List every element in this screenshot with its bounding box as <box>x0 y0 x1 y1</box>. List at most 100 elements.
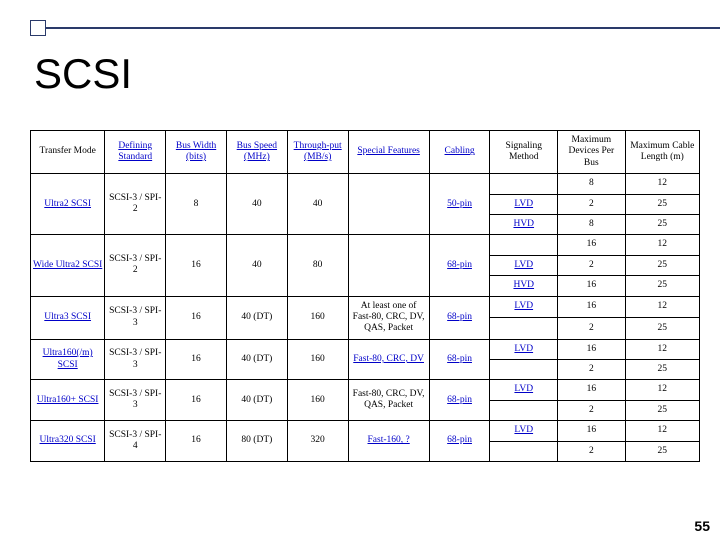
cell-cabling[interactable]: 68-pin <box>429 339 490 380</box>
cell-signaling <box>490 400 558 420</box>
cell-transfer-mode[interactable]: Ultra2 SCSI <box>31 174 105 235</box>
cell-throughput: 160 <box>287 296 348 339</box>
cell-throughput: 160 <box>287 380 348 421</box>
cell-max-length: 25 <box>625 214 699 234</box>
cell-standard: SCSI-3 / SPI-3 <box>105 380 166 421</box>
cell-max-devices: 16 <box>558 235 626 255</box>
col-transfer-mode: Transfer Mode <box>39 146 95 156</box>
cell-bus-width: 8 <box>166 174 227 235</box>
cell-max-devices: 16 <box>558 276 626 296</box>
cell-transfer-mode[interactable]: Ultra3 SCSI <box>31 296 105 339</box>
cell-max-devices: 16 <box>558 296 626 318</box>
cell-signaling[interactable]: LVD <box>490 339 558 359</box>
cell-signaling[interactable]: HVD <box>490 214 558 234</box>
cell-signaling <box>490 235 558 255</box>
cell-signaling <box>490 174 558 194</box>
cell-signaling[interactable]: LVD <box>490 421 558 441</box>
cell-transfer-mode[interactable]: Ultra160(/m) SCSI <box>31 339 105 380</box>
col-bus-width[interactable]: Bus Width (bits) <box>176 141 216 162</box>
table-row: Wide Ultra2 SCSISCSI-3 / SPI-216408068-p… <box>31 235 700 255</box>
cell-max-length: 12 <box>625 339 699 359</box>
cell-bus-width: 16 <box>166 296 227 339</box>
cell-signaling[interactable]: LVD <box>490 194 558 214</box>
cell-standard: SCSI-3 / SPI-3 <box>105 339 166 380</box>
cell-transfer-mode[interactable]: Ultra160+ SCSI <box>31 380 105 421</box>
cell-cabling[interactable]: 68-pin <box>429 421 490 462</box>
cell-features <box>348 235 429 296</box>
cell-max-length: 25 <box>625 400 699 420</box>
cell-features: At least one of Fast-80, CRC, DV, QAS, P… <box>348 296 429 339</box>
cell-max-devices: 2 <box>558 441 626 461</box>
slide-deco-rule <box>46 27 720 29</box>
cell-bus-speed: 40 <box>226 174 287 235</box>
cell-signaling <box>490 441 558 461</box>
cell-bus-speed: 40 (DT) <box>226 380 287 421</box>
table-row: Ultra160(/m) SCSISCSI-3 / SPI-31640 (DT)… <box>31 339 700 359</box>
cell-throughput: 80 <box>287 235 348 296</box>
cell-bus-width: 16 <box>166 235 227 296</box>
cell-max-length: 12 <box>625 235 699 255</box>
cell-max-length: 25 <box>625 194 699 214</box>
cell-signaling[interactable]: LVD <box>490 255 558 275</box>
cell-max-devices: 2 <box>558 194 626 214</box>
table-row: Ultra160+ SCSISCSI-3 / SPI-31640 (DT)160… <box>31 380 700 400</box>
cell-bus-width: 16 <box>166 421 227 462</box>
cell-cabling[interactable]: 68-pin <box>429 380 490 421</box>
table-row: Ultra2 SCSISCSI-3 / SPI-28404050-pin812 <box>31 174 700 194</box>
cell-max-length: 25 <box>625 276 699 296</box>
cell-max-devices: 2 <box>558 318 626 340</box>
table-header-row: Transfer Mode Defining Standard Bus Widt… <box>31 131 700 174</box>
scsi-table: Transfer Mode Defining Standard Bus Widt… <box>30 130 700 462</box>
cell-max-length: 25 <box>625 360 699 380</box>
cell-bus-width: 16 <box>166 339 227 380</box>
cell-throughput: 320 <box>287 421 348 462</box>
col-signaling-method: Signaling Method <box>506 141 542 162</box>
slide-deco-square <box>30 20 46 36</box>
cell-max-length: 12 <box>625 380 699 400</box>
col-special-features[interactable]: Special Features <box>357 146 420 156</box>
cell-max-devices: 2 <box>558 255 626 275</box>
cell-standard: SCSI-3 / SPI-2 <box>105 174 166 235</box>
page-title: SCSI <box>34 50 132 98</box>
cell-features[interactable]: Fast-80, CRC, DV <box>348 339 429 380</box>
cell-cabling[interactable]: 50-pin <box>429 174 490 235</box>
cell-max-devices: 16 <box>558 421 626 441</box>
cell-cabling[interactable]: 68-pin <box>429 235 490 296</box>
cell-features <box>348 174 429 235</box>
col-defining-standard[interactable]: Defining Standard <box>118 141 152 162</box>
cell-features: Fast-80, CRC, DV, QAS, Packet <box>348 380 429 421</box>
cell-max-length: 12 <box>625 174 699 194</box>
cell-max-length: 25 <box>625 318 699 340</box>
cell-max-length: 12 <box>625 421 699 441</box>
cell-max-length: 12 <box>625 296 699 318</box>
table-row: Ultra320 SCSISCSI-3 / SPI-41680 (DT)320F… <box>31 421 700 441</box>
cell-max-devices: 8 <box>558 174 626 194</box>
col-max-cable-length: Maximum Cable Length (m) <box>630 141 694 162</box>
cell-bus-speed: 40 (DT) <box>226 296 287 339</box>
cell-max-length: 25 <box>625 441 699 461</box>
page-number: 55 <box>694 518 710 534</box>
cell-cabling[interactable]: 68-pin <box>429 296 490 339</box>
cell-bus-width: 16 <box>166 380 227 421</box>
cell-bus-speed: 40 (DT) <box>226 339 287 380</box>
cell-throughput: 160 <box>287 339 348 380</box>
cell-signaling[interactable]: HVD <box>490 276 558 296</box>
cell-max-devices: 2 <box>558 360 626 380</box>
cell-transfer-mode[interactable]: Ultra320 SCSI <box>31 421 105 462</box>
cell-standard: SCSI-3 / SPI-3 <box>105 296 166 339</box>
cell-features[interactable]: Fast-160, ? <box>348 421 429 462</box>
table-row: Ultra3 SCSISCSI-3 / SPI-31640 (DT)160At … <box>31 296 700 318</box>
col-cabling[interactable]: Cabling <box>445 146 475 156</box>
cell-signaling[interactable]: LVD <box>490 380 558 400</box>
col-bus-speed[interactable]: Bus Speed (MHz) <box>237 141 277 162</box>
cell-standard: SCSI-3 / SPI-2 <box>105 235 166 296</box>
cell-max-devices: 16 <box>558 339 626 359</box>
cell-throughput: 40 <box>287 174 348 235</box>
cell-signaling <box>490 318 558 340</box>
col-throughput[interactable]: Through-put (MB/s) <box>294 141 342 162</box>
cell-transfer-mode[interactable]: Wide Ultra2 SCSI <box>31 235 105 296</box>
cell-signaling[interactable]: LVD <box>490 296 558 318</box>
cell-bus-speed: 80 (DT) <box>226 421 287 462</box>
cell-max-length: 25 <box>625 255 699 275</box>
col-max-devices: Maximum Devices Per Bus <box>568 135 614 168</box>
